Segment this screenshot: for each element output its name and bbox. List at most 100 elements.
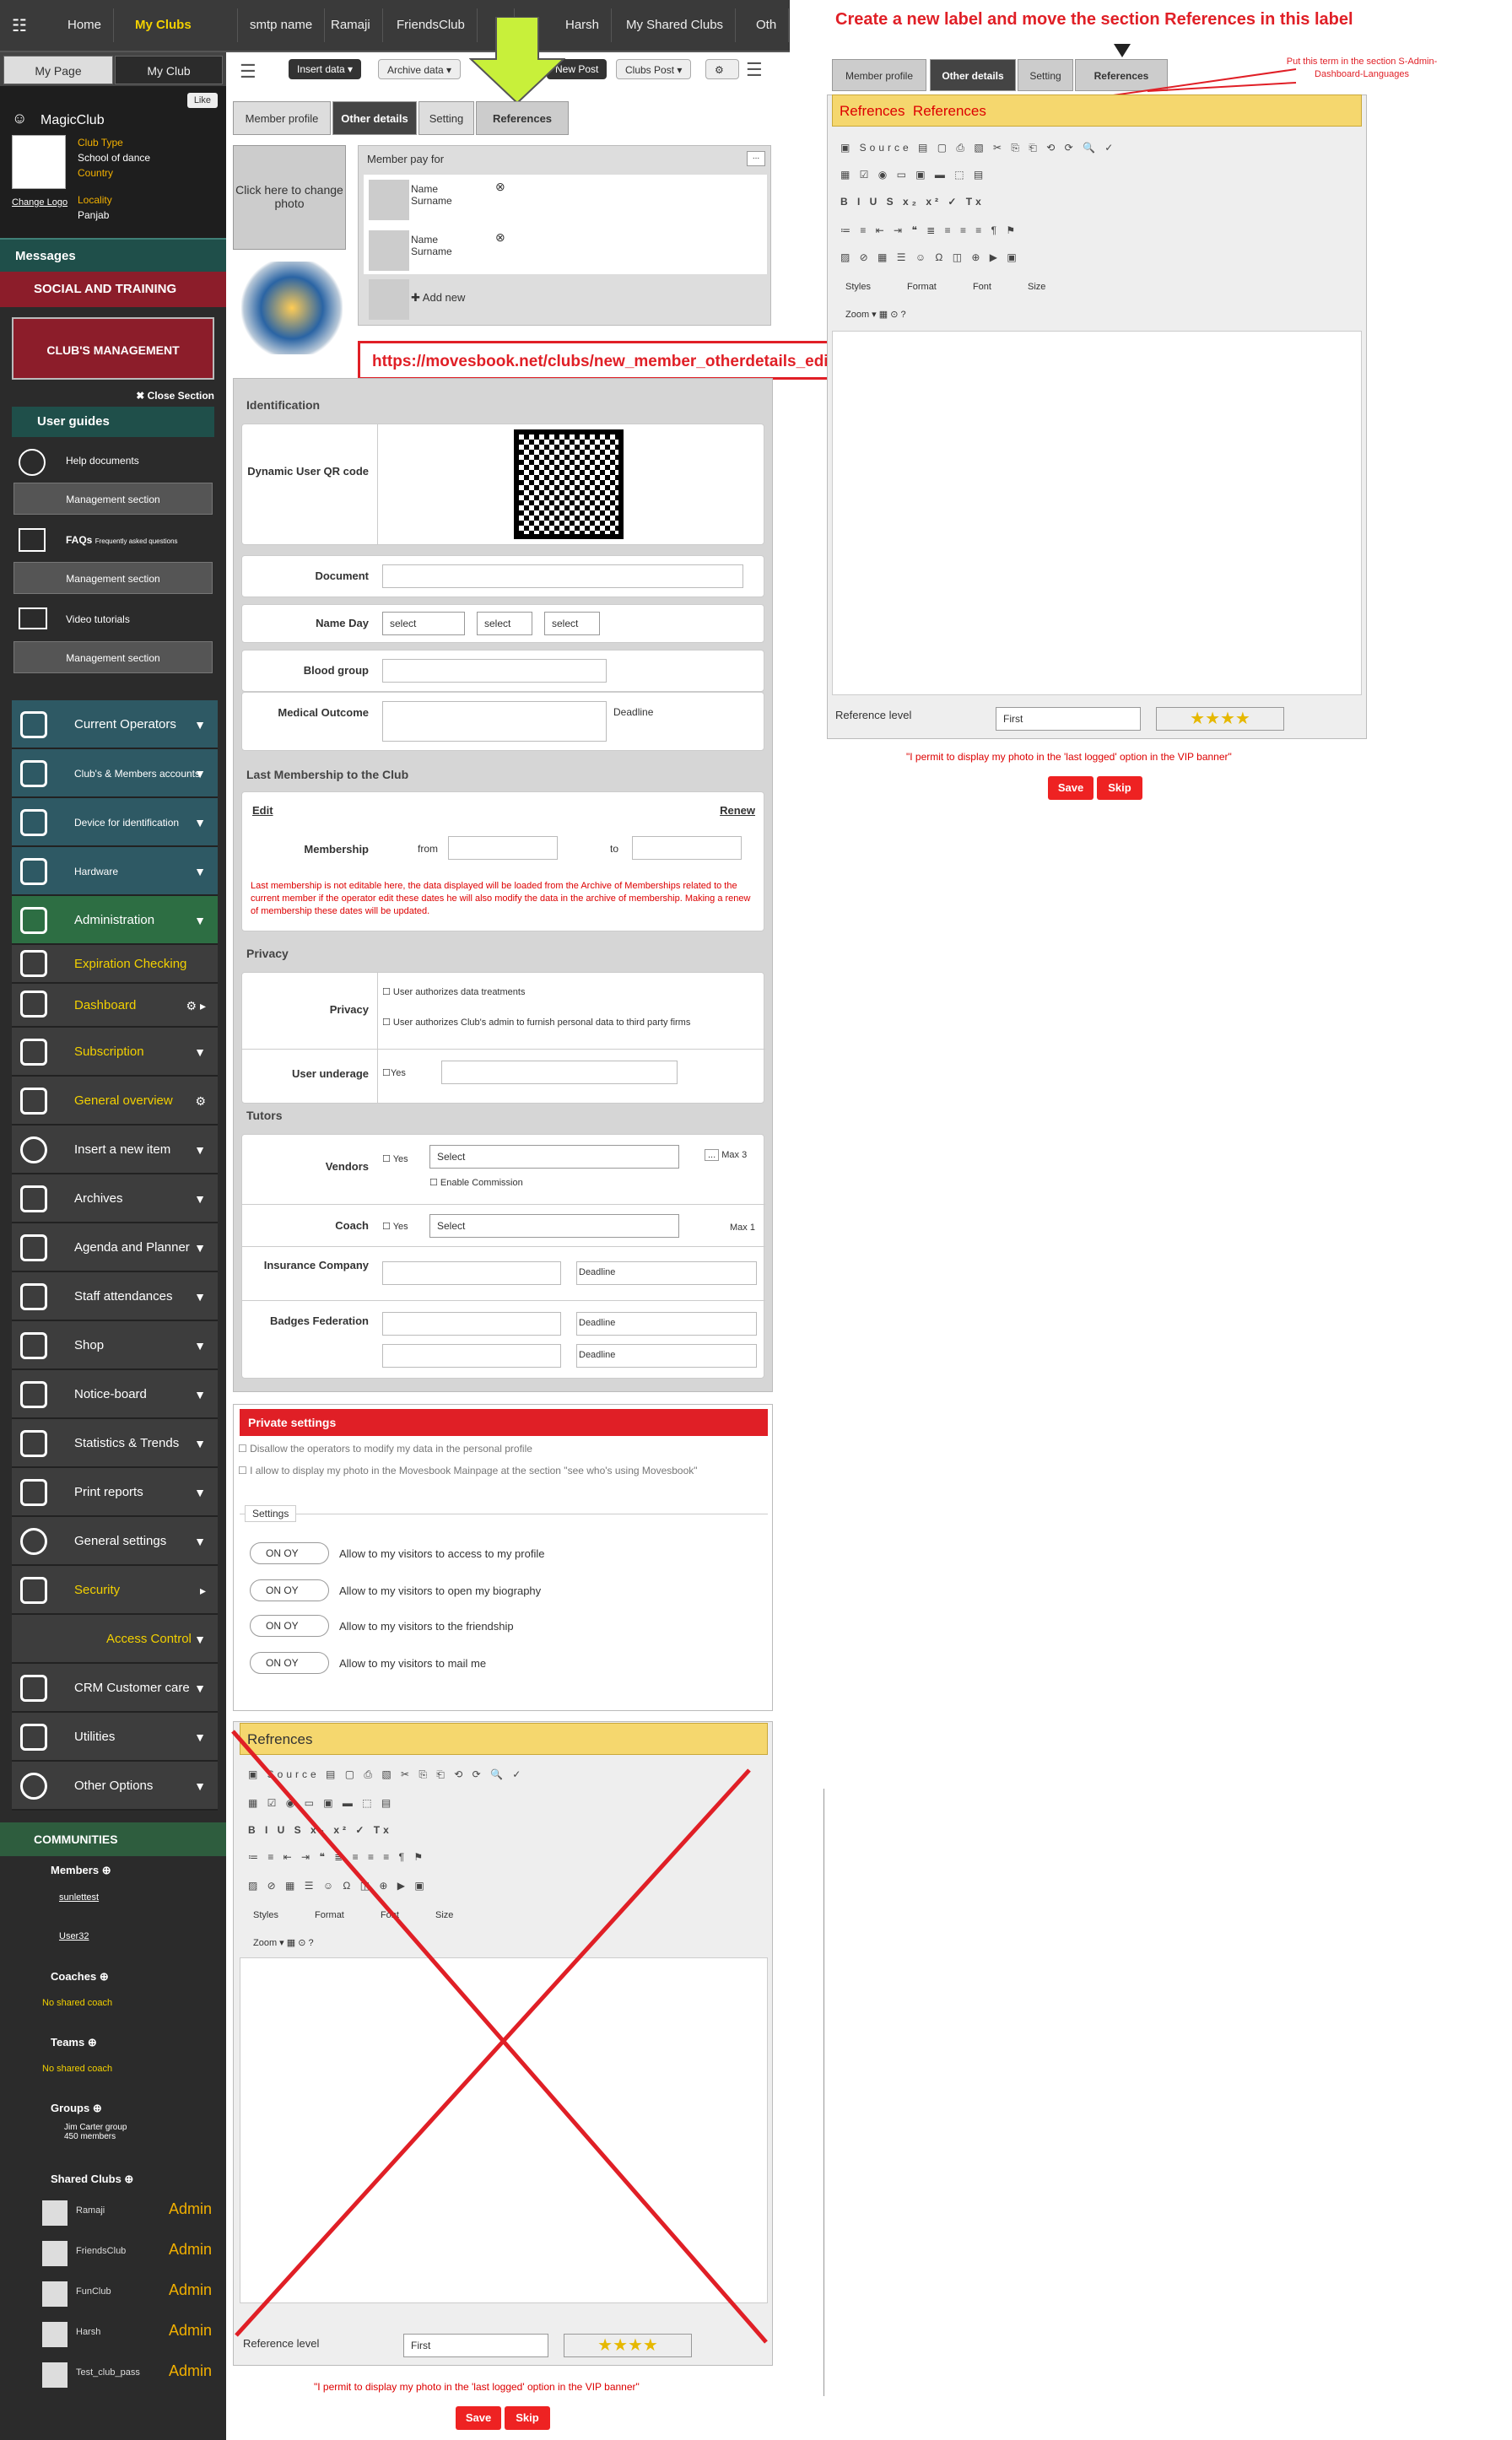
nav-ramaji[interactable]: Ramaji [319, 8, 383, 42]
faqs-item[interactable]: FAQs Frequently asked questions [0, 521, 226, 559]
shared-club-item[interactable]: FriendsClub Admin [0, 2234, 226, 2275]
menu-agenda-planner[interactable]: Agenda and Planner ▼ [12, 1223, 218, 1272]
menu-hardware[interactable]: Hardware ▼ [12, 847, 218, 896]
menu-expiration-checking[interactable]: Expiration Checking [12, 945, 218, 984]
menu-device-identification[interactable]: Device for identification ▼ [12, 798, 218, 847]
right-toolbar-row-5[interactable]: ▨ ⊘ ▦ ☰ ☺ Ω ◫ ⊕ ▶ ▣ [840, 251, 1020, 270]
communities-header[interactable]: COMMUNITIES [0, 1822, 226, 1856]
document-input[interactable] [382, 564, 743, 588]
insurance-deadline[interactable]: Deadline [576, 1261, 757, 1285]
hamburger-icon[interactable]: ☰ [240, 61, 256, 83]
right-editor-content[interactable] [832, 331, 1362, 695]
insert-data-button[interactable]: Insert data ▾ [289, 59, 362, 79]
management-section-button[interactable]: Management section [14, 641, 213, 673]
menu-other-options[interactable]: Other Options ▼ [12, 1762, 218, 1811]
members-header[interactable]: Members ⊕ [0, 1856, 226, 1885]
menu-general-overview[interactable]: General overview ⚙ [12, 1077, 218, 1126]
vendors-yes[interactable]: ☐ Yes [382, 1153, 408, 1164]
help-documents-item[interactable]: Help documents [0, 442, 226, 479]
badges-input-2[interactable] [382, 1344, 561, 1368]
menu-subscription[interactable]: Subscription ▼ [12, 1028, 218, 1077]
right-tab-member-profile[interactable]: Member profile [832, 59, 926, 91]
shared-club-item[interactable]: Test_club_pass Admin [0, 2356, 226, 2396]
edit-link[interactable]: Edit [252, 804, 273, 817]
photo-upload[interactable]: Click here to change photo [233, 145, 346, 250]
right-zoom-row[interactable]: Zoom ▾ ▦ ⊙ ? [845, 309, 906, 320]
clubs-post-button[interactable]: Clubs Post ▾ [616, 59, 692, 79]
coach-select[interactable]: Select [429, 1214, 679, 1238]
menu-crm[interactable]: CRM Customer care ▼ [12, 1664, 218, 1713]
tab-setting[interactable]: Setting [418, 101, 474, 135]
vendors-select[interactable]: Select [429, 1145, 679, 1169]
teams-header[interactable]: Teams ⊕ [0, 2028, 226, 2057]
user-guides-header[interactable]: User guides [12, 407, 214, 437]
tab-my-page[interactable]: My Page [3, 56, 113, 84]
remove-icon[interactable]: ⊗ [495, 230, 505, 245]
add-new-link[interactable]: ✚ Add new [411, 291, 465, 305]
nav-shared-clubs[interactable]: My Shared Clubs [614, 8, 737, 42]
right-save-button[interactable]: Save [1048, 776, 1094, 800]
right-toolbar-row-4[interactable]: ≔ ≡ ⇤ ⇥ ❝ ≣ ≡ ≡ ≡ ¶ ⚑ [840, 224, 1018, 243]
to-input[interactable] [632, 836, 742, 860]
name-day-select-3[interactable]: select [544, 612, 600, 635]
vendors-more-button[interactable]: ... Max 3 [705, 1149, 747, 1161]
name-day-select-1[interactable]: select [382, 612, 465, 635]
shared-club-item[interactable]: FunClub Admin [0, 2275, 226, 2315]
right-toolbar-row-1[interactable]: ▣ Source ▤ ▢ ⎙ ▧ ✂ ⎘ ⎗ ⟲ ⟳ 🔍 ✓ [840, 142, 1116, 160]
nav-my-clubs[interactable]: My Clubs [123, 8, 238, 42]
groups-header[interactable]: Groups ⊕ [0, 2094, 226, 2123]
menu-dashboard[interactable]: Dashboard ⚙ ▸ [12, 984, 218, 1028]
right-toolbar-row-3[interactable]: B I U S x₂ x² ✓ Tx [840, 196, 985, 214]
management-section-button[interactable]: Management section [14, 483, 213, 515]
menu-security[interactable]: Security ▸ [12, 1566, 218, 1615]
underage-input[interactable] [441, 1061, 678, 1084]
video-tutorials-item[interactable]: Video tutorials [0, 601, 226, 638]
private-option-1[interactable]: ☐ Disallow the operators to modify my da… [238, 1443, 532, 1455]
menu-icon[interactable]: ☷ [12, 15, 37, 35]
close-section-link[interactable]: ✖ Close Section [0, 390, 226, 402]
nav-smtp[interactable]: smtp name [238, 8, 326, 42]
change-logo-link[interactable]: Change Logo [12, 197, 68, 208]
tab-member-profile[interactable]: Member profile [233, 101, 331, 135]
member-sunlettest[interactable]: sunlettest [0, 1885, 226, 1924]
menu-utilities[interactable]: Utilities ▼ [12, 1713, 218, 1762]
menu-shop[interactable]: Shop ▼ [12, 1321, 218, 1370]
remove-icon[interactable]: ⊗ [495, 180, 505, 194]
club-logo[interactable] [12, 135, 66, 189]
clubs-management-box[interactable]: CLUB'S MANAGEMENT [12, 317, 214, 380]
privacy-option-2[interactable]: ☐ User authorizes Club's admin to furnis… [382, 1017, 690, 1028]
medical-input[interactable] [382, 701, 607, 742]
archive-data-button[interactable]: Archive data ▾ [378, 59, 462, 79]
underage-checkbox[interactable]: ☐Yes [382, 1067, 406, 1078]
hamburger-icon-right[interactable]: ☰ [746, 59, 763, 81]
from-input[interactable] [448, 836, 558, 860]
badges-deadline-1[interactable]: Deadline [576, 1312, 757, 1336]
coaches-header[interactable]: Coaches ⊕ [0, 1962, 226, 1991]
menu-statistics[interactable]: Statistics & Trends ▼ [12, 1419, 218, 1468]
blood-input[interactable] [382, 659, 607, 683]
right-reference-level-select[interactable]: First [996, 707, 1141, 731]
menu-insert-new-item[interactable]: Insert a new item ▼ [12, 1126, 218, 1174]
group-item[interactable]: Jim Carter group 450 members [0, 2123, 226, 2165]
toggle-friendship[interactable]: ON OY [250, 1615, 329, 1637]
badges-input-1[interactable] [382, 1312, 561, 1336]
nav-friendsclub[interactable]: FriendsClub [385, 8, 478, 42]
menu-staff-attendances[interactable]: Staff attendances ▼ [12, 1272, 218, 1321]
private-option-2[interactable]: ☐ I allow to display my photo in the Mov… [238, 1463, 744, 1478]
right-reference-stars[interactable]: ★★★★ [1156, 707, 1284, 731]
menu-club-members-accounts[interactable]: Club's & Members accounts ▼ [12, 749, 218, 798]
skip-button[interactable]: Skip [505, 2406, 550, 2430]
like-button[interactable]: Like [186, 93, 218, 108]
member-user32[interactable]: User32 [0, 1924, 226, 1962]
badges-deadline-2[interactable]: Deadline [576, 1344, 757, 1368]
social-training-section[interactable]: SOCIAL AND TRAINING [0, 272, 226, 307]
tab-references[interactable]: References [476, 101, 569, 135]
right-skip-button[interactable]: Skip [1097, 776, 1142, 800]
toggle-profile-access[interactable]: ON OY [250, 1542, 329, 1564]
menu-print-reports[interactable]: Print reports ▼ [12, 1468, 218, 1517]
menu-current-operators[interactable]: Current Operators ▼ [12, 700, 218, 749]
nav-other[interactable]: Oth [744, 8, 790, 42]
menu-access-control[interactable]: Access Control ▼ [12, 1615, 218, 1664]
shared-club-item[interactable]: Harsh Admin [0, 2315, 226, 2356]
menu-notice-board[interactable]: Notice-board ▼ [12, 1370, 218, 1419]
